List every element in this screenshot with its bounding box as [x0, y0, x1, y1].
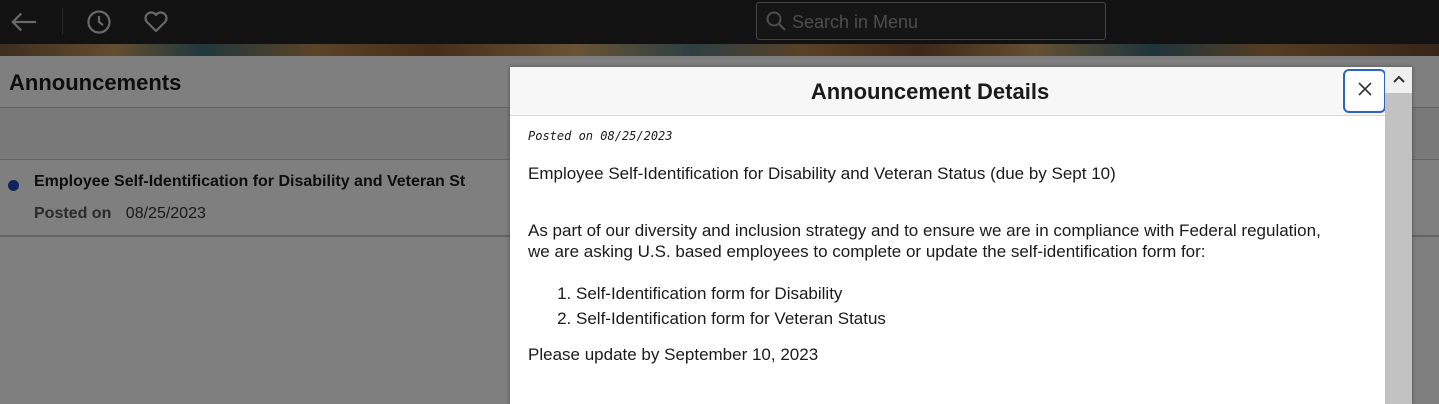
close-icon	[1357, 81, 1373, 102]
list-item: Self-Identification form for Disability	[576, 281, 1378, 306]
announcement-details-modal: Announcement Details Posted on 08/25/202…	[510, 67, 1412, 404]
posted-date-text: Posted on 08/25/2023	[528, 129, 673, 143]
scroll-up-button[interactable]	[1385, 67, 1412, 93]
modal-title: Announcement Details	[810, 79, 1050, 104]
form-list: Self-Identification form for Disability …	[528, 281, 1378, 331]
closing-text: Please update by September 10, 2023	[528, 345, 819, 364]
modal-scrollbar[interactable]	[1385, 67, 1412, 404]
modal-header: Announcement Details	[510, 67, 1386, 116]
announcement-paragraph: As part of our diversity and inclusion s…	[528, 220, 1378, 262]
close-button[interactable]	[1343, 69, 1386, 113]
chevron-up-icon	[1392, 71, 1406, 89]
paragraph-line: As part of our diversity and inclusion s…	[528, 221, 1321, 240]
list-item: Self-Identification form for Veteran Sta…	[576, 306, 1378, 331]
paragraph-line: we are asking U.S. based employees to co…	[528, 242, 1206, 261]
modal-body: Posted on 08/25/2023 Employee Self-Ident…	[528, 129, 1378, 365]
announcement-headline: Employee Self-Identification for Disabil…	[528, 164, 1116, 183]
